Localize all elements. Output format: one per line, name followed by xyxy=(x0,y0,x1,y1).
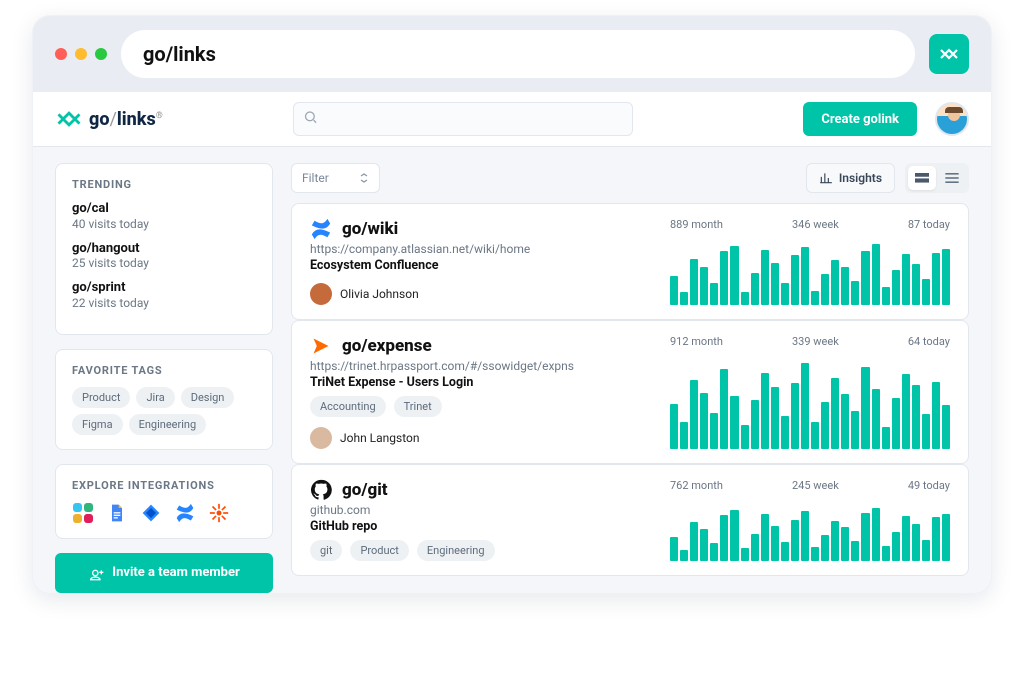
golink-title: go/expense xyxy=(342,336,432,356)
trending-title: TRENDING xyxy=(72,178,256,191)
trending-item[interactable]: go/sprint 22 visits today xyxy=(72,280,256,310)
tag-chip[interactable]: Design xyxy=(181,387,235,408)
confluence-icon xyxy=(310,218,332,240)
integrations-card: EXPLORE INTEGRATIONS xyxy=(55,464,273,539)
browser-chrome: go/links xyxy=(33,16,991,92)
view-toggle xyxy=(905,163,969,193)
stat-week: 346 week xyxy=(792,218,839,231)
search-icon xyxy=(303,110,318,129)
tag-chip[interactable]: git xyxy=(310,540,342,561)
golinks-extension-icon[interactable] xyxy=(929,34,969,74)
confluence-icon[interactable] xyxy=(174,502,196,524)
golink-description: Ecosystem Confluence xyxy=(310,258,654,273)
sidebar: TRENDING go/cal 40 visits today go/hangou… xyxy=(55,163,273,593)
github-icon xyxy=(310,479,332,501)
invite-button-label: Invite a team member xyxy=(112,565,239,580)
jira-icon[interactable] xyxy=(140,502,162,524)
slack-icon[interactable] xyxy=(72,502,94,524)
golink-description: TriNet Expense - Users Login xyxy=(310,375,654,390)
usage-stats: 912 month 339 week 64 today xyxy=(670,335,950,348)
bar-chart-icon xyxy=(819,171,833,185)
chevron-updown-icon xyxy=(359,173,369,183)
google-docs-icon[interactable] xyxy=(106,502,128,524)
stat-week: 339 week xyxy=(792,335,839,348)
golink-title: go/wiki xyxy=(342,219,398,239)
favorite-tags-title: FAVORITE TAGS xyxy=(72,364,256,377)
usage-chart xyxy=(670,241,950,305)
zapier-icon[interactable] xyxy=(208,502,230,524)
owner-avatar xyxy=(310,283,332,305)
trending-card: TRENDING go/cal 40 visits today go/hangou… xyxy=(55,163,273,335)
search-input[interactable] xyxy=(293,102,633,136)
golink-url: github.com xyxy=(310,503,654,517)
main-area: TRENDING go/cal 40 visits today go/hangou… xyxy=(33,147,991,593)
stat-month: 889 month xyxy=(670,218,723,231)
golink-title: go/git xyxy=(342,480,388,500)
user-avatar[interactable] xyxy=(935,102,969,136)
trending-item-title: go/hangout xyxy=(72,241,256,257)
trending-item-title: go/cal xyxy=(72,201,256,217)
owner-name: Olivia Johnson xyxy=(340,287,419,301)
golink-card[interactable]: go/wiki https://company.atlassian.net/wik… xyxy=(291,203,969,320)
golink-url: https://company.atlassian.net/wiki/home xyxy=(310,242,654,256)
usage-stats: 762 month 245 week 49 today xyxy=(670,479,950,492)
golink-card[interactable]: go/git github.com GitHub repo git Product Eng… xyxy=(291,464,969,576)
tag-chip[interactable]: Trinet xyxy=(394,396,442,417)
view-card-button[interactable] xyxy=(908,166,936,190)
content-list: Filter Insights xyxy=(291,163,969,593)
url-text: go/links xyxy=(143,42,216,66)
close-icon[interactable] xyxy=(55,48,67,60)
stat-today: 49 today xyxy=(908,479,950,492)
invite-team-member-button[interactable]: Invite a team member xyxy=(55,553,273,593)
tag-chip[interactable]: Engineering xyxy=(417,540,495,561)
minimize-icon[interactable] xyxy=(75,48,87,60)
tag-chip[interactable]: Jira xyxy=(136,387,174,408)
owner-name: John Langston xyxy=(340,431,420,445)
create-golink-button[interactable]: Create golink xyxy=(803,102,917,136)
search-input-wrapper xyxy=(293,102,633,136)
view-list-button[interactable] xyxy=(938,166,966,190)
insights-button[interactable]: Insights xyxy=(806,163,895,193)
app-header: go/links® Create golink xyxy=(33,92,991,147)
trending-item-subtitle: 22 visits today xyxy=(72,296,256,310)
stat-month: 912 month xyxy=(670,335,723,348)
trending-item-subtitle: 40 visits today xyxy=(72,217,256,231)
window-controls xyxy=(55,48,107,60)
tag-chip[interactable]: Figma xyxy=(72,414,123,435)
stat-month: 762 month xyxy=(670,479,723,492)
golink-url: https://trinet.hrpassport.com/#/ssowidge… xyxy=(310,359,654,373)
logo[interactable]: go/links® xyxy=(55,105,275,133)
trending-item[interactable]: go/cal 40 visits today xyxy=(72,201,256,231)
filter-button[interactable]: Filter xyxy=(291,163,380,193)
trending-item-title: go/sprint xyxy=(72,280,256,296)
golink-card[interactable]: go/expense https://trinet.hrpassport.com/… xyxy=(291,320,969,464)
maximize-icon[interactable] xyxy=(95,48,107,60)
usage-chart xyxy=(670,358,950,449)
tag-chip[interactable]: Product xyxy=(72,387,130,408)
owner-row: Olivia Johnson xyxy=(310,283,654,305)
owner-row: John Langston xyxy=(310,427,654,449)
tag-chip[interactable]: Engineering xyxy=(129,414,207,435)
stat-today: 87 today xyxy=(908,218,950,231)
trending-item[interactable]: go/hangout 25 visits today xyxy=(72,241,256,271)
owner-avatar xyxy=(310,427,332,449)
stat-today: 64 today xyxy=(908,335,950,348)
usage-chart xyxy=(670,502,950,561)
logo-text: go/links® xyxy=(89,109,163,130)
expense-icon xyxy=(310,335,332,357)
usage-stats: 889 month 346 week 87 today xyxy=(670,218,950,231)
insights-label: Insights xyxy=(839,171,882,185)
filter-label: Filter xyxy=(302,171,329,185)
golink-description: GitHub repo xyxy=(310,519,654,534)
app-window: go/links go/links® Create golink TREND xyxy=(32,15,992,594)
url-bar[interactable]: go/links xyxy=(121,30,915,78)
tag-chip[interactable]: Product xyxy=(350,540,408,561)
stat-week: 245 week xyxy=(792,479,839,492)
integrations-title: EXPLORE INTEGRATIONS xyxy=(72,479,256,492)
tag-chip[interactable]: Accounting xyxy=(310,396,386,417)
trending-item-subtitle: 25 visits today xyxy=(72,256,256,270)
favorite-tags-card: FAVORITE TAGS Product Jira Design Figma Engi… xyxy=(55,349,273,450)
list-toolbar: Filter Insights xyxy=(291,163,969,193)
